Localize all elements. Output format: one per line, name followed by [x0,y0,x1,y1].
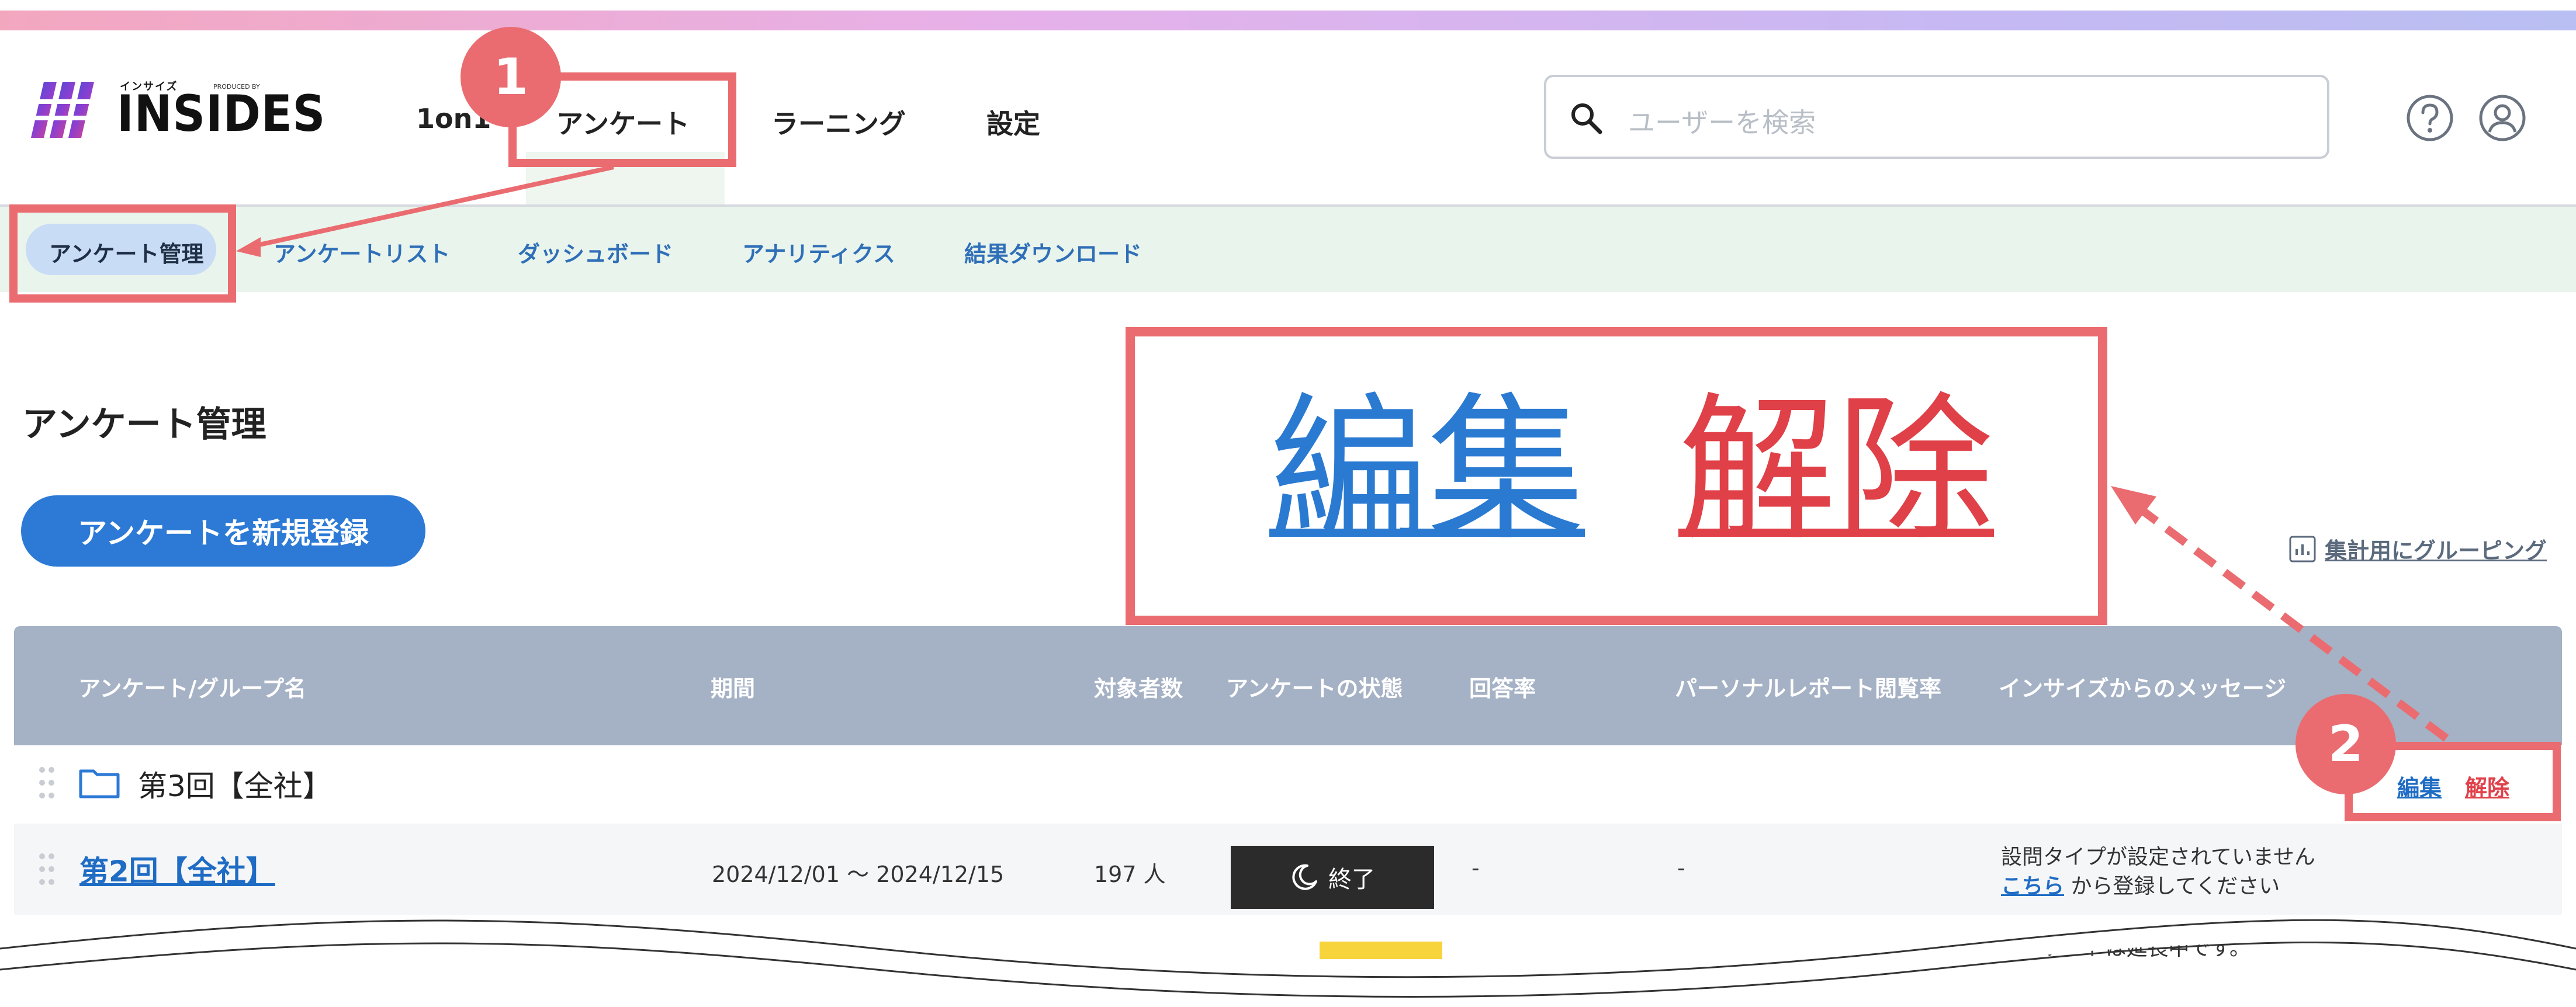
chart-add-icon [2289,536,2316,562]
survey-name-link[interactable]: 第2回【全社】 [79,848,275,890]
survey-report-rate: - [1677,855,1685,881]
page-title: アンケート管理 [22,404,266,445]
zoom-edit-label: 編集 [1269,378,1585,562]
survey-message-line2: こちら から登録してください [2001,869,2280,900]
drag-handle-icon[interactable] [39,765,55,800]
survey-targets: 197 人 [1094,862,1166,887]
search-input[interactable]: ユーザーを検索 [1544,75,2329,159]
new-survey-button[interactable]: アンケートを新規登録 [21,495,425,567]
th-report-rate: パーソナルレポート閲覧率 [1675,676,1942,702]
user-account-icon[interactable] [2478,93,2527,143]
zoom-callout: 編集 解除 [1126,327,2107,625]
grouping-link-label: 集計用にグルーピング [2325,538,2547,564]
nav-learning[interactable]: ラーニング [771,103,906,141]
survey-period: 2024/12/01 〜 2024/12/15 [712,862,1005,887]
table-row-group [14,745,2562,824]
subnav-result-download[interactable]: 結果ダウンロード [964,236,1142,268]
survey-response-rate: - [1471,855,1480,881]
logo-text[interactable]: INSIDES [117,89,326,139]
th-targets: 対象者数 [1094,676,1183,702]
message-here-link[interactable]: こちら [2001,874,2064,898]
th-response-rate: 回答率 [1469,676,1536,702]
help-icon[interactable] [2405,93,2454,143]
th-period: 期間 [711,676,756,702]
group-name[interactable]: 第3回【全社】 [138,763,332,805]
subnav-analytics[interactable]: アナリティクス [742,236,895,268]
status-label: 終了 [1328,866,1375,893]
th-survey-name: アンケート/グループ名 [78,676,307,702]
survey-message-line1: 設問タイプが設定されていません [2001,845,2315,869]
th-message: インサイズからのメッセージ [1999,676,2287,702]
folder-icon [79,769,120,798]
moon-icon [1292,864,1317,890]
zoom-release-label: 解除 [1678,378,1994,562]
nav-settings[interactable]: 設定 [986,103,1040,141]
annotation-box-survey-management [9,204,236,303]
insides-logo-icon [26,82,108,138]
message-line2-text: から登録してください [2064,874,2280,898]
subnav-survey-list[interactable]: アンケートリスト [273,236,450,268]
top-gradient-bar [0,11,2576,30]
subnav-dashboard[interactable]: ダッシュボード [518,236,673,268]
cut-wave-divider [0,919,2576,998]
grouping-link[interactable]: 集計用にグルーピング [2288,533,2547,565]
th-status: アンケートの状態 [1226,676,1403,702]
search-placeholder: ユーザーを検索 [1628,107,1816,138]
drag-handle-icon[interactable] [39,852,55,887]
step-2-marker: 2 [2295,694,2396,794]
search-icon [1571,103,1602,134]
step-1-marker: 1 [461,27,561,127]
